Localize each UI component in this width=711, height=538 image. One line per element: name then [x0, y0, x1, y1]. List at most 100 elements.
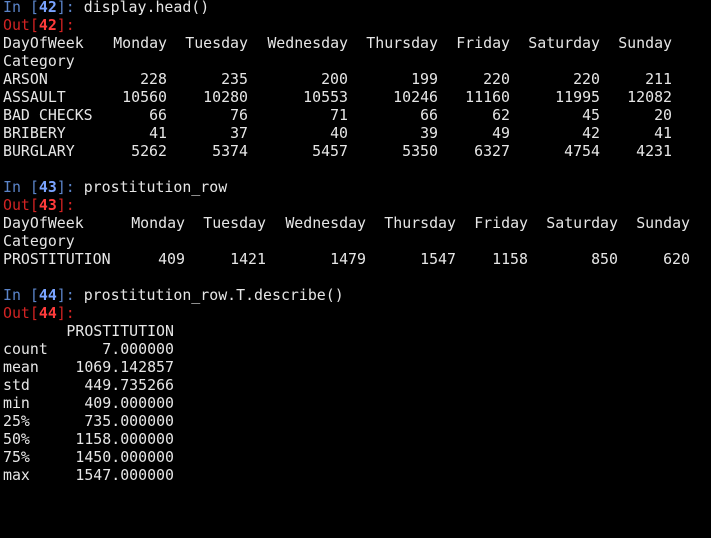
table-cell: 42	[582, 124, 600, 142]
stat-row: 75% 1450.000000	[3, 448, 711, 466]
input-line-42: In [42]: display.head()	[3, 0, 711, 16]
table-cell: 49	[492, 124, 510, 142]
ipython-terminal[interactable]: In [42]: display.head() Out[42]: DayOfWe…	[3, 0, 711, 484]
in-prompt: In [42]:	[3, 0, 75, 16]
stat-row: count 7.000000	[3, 340, 711, 358]
table-cell: 220	[483, 70, 510, 88]
describe-header-row: PROSTITUTION	[3, 322, 711, 340]
column-header: Friday	[474, 214, 528, 232]
code-input[interactable]: prostitution_row	[84, 178, 227, 196]
row-label: ARSON	[3, 70, 48, 88]
column-header: PROSTITUTION	[66, 322, 174, 340]
code-input[interactable]: display.head()	[84, 0, 210, 16]
table-cell: 5262	[131, 142, 167, 160]
stat-value: 409.000000	[84, 394, 174, 412]
table-cell: 5374	[212, 142, 248, 160]
column-header: Wednesday	[285, 214, 366, 232]
table-cell: 39	[420, 124, 438, 142]
table-cell: 20	[654, 106, 672, 124]
table-cell: 1547	[420, 250, 456, 268]
row-label-line: Category	[3, 52, 711, 70]
table-cell: 66	[420, 106, 438, 124]
column-header: Sunday	[618, 34, 672, 52]
stat-row: 25% 735.000000	[3, 412, 711, 430]
stat-label: 50%	[3, 430, 30, 448]
stat-row: mean 1069.142857	[3, 358, 711, 376]
table-cell: 10553	[303, 88, 348, 106]
table-cell: 10246	[393, 88, 438, 106]
out-prompt: Out[42]:	[3, 16, 75, 34]
table-cell: 6327	[474, 142, 510, 160]
table-cell: 11995	[555, 88, 600, 106]
row-label: PROSTITUTION	[3, 250, 111, 268]
column-header: Tuesday	[203, 214, 266, 232]
table-row: BURGLARY 5262 5374 5457 5350 6327 4754 4…	[3, 142, 711, 160]
table-cell: 5350	[402, 142, 438, 160]
column-header: Saturday	[546, 214, 618, 232]
stat-value: 449.735266	[84, 376, 174, 394]
row-label: BAD CHECKS	[3, 106, 93, 124]
column-header: Sunday	[636, 214, 690, 232]
table-cell: 4754	[564, 142, 600, 160]
row-label-line: Category	[3, 232, 711, 250]
output-line-43: Out[43]:	[3, 196, 711, 214]
table-row: BRIBERY 41 37 40 39 49 42 41	[3, 124, 711, 142]
stat-value: 1069.142857	[75, 358, 174, 376]
row-label: BRIBERY	[3, 124, 66, 142]
table-cell: 220	[573, 70, 600, 88]
index-name: DayOfWeek	[3, 34, 84, 52]
table-cell: 12082	[627, 88, 672, 106]
column-header: Monday	[131, 214, 185, 232]
out-prompt: Out[43]:	[3, 196, 75, 214]
table-header-row: DayOfWeek Monday Tuesday Wednesday Thurs…	[3, 214, 711, 232]
column-header: Monday	[113, 34, 167, 52]
table-cell: 409	[158, 250, 185, 268]
input-line-44: In [44]: prostitution_row.T.describe()	[3, 286, 711, 304]
column-header: Thursday	[366, 34, 438, 52]
table-cell: 4231	[636, 142, 672, 160]
row-label: BURGLARY	[3, 142, 75, 160]
table-cell: 228	[140, 70, 167, 88]
table-header-row: DayOfWeek Monday Tuesday Wednesday Thurs…	[3, 34, 711, 52]
table-cell: 850	[591, 250, 618, 268]
stat-row: min 409.000000	[3, 394, 711, 412]
table-row: PROSTITUTION 409 1421 1479 1547 1158 850…	[3, 250, 711, 268]
in-prompt: In [44]:	[3, 286, 75, 304]
table-row: ARSON 228 235 200 199 220 220 211	[3, 70, 711, 88]
table-cell: 211	[645, 70, 672, 88]
stat-value: 1547.000000	[75, 466, 174, 484]
table-cell: 41	[654, 124, 672, 142]
table-row: BAD CHECKS 66 76 71 66 62 45 20	[3, 106, 711, 124]
stat-label: max	[3, 466, 30, 484]
table-cell: 1421	[230, 250, 266, 268]
table-cell: 1158	[492, 250, 528, 268]
stat-value: 1158.000000	[75, 430, 174, 448]
table-cell: 37	[230, 124, 248, 142]
code-input[interactable]: prostitution_row.T.describe()	[84, 286, 344, 304]
table-cell: 66	[149, 106, 167, 124]
stat-value: 7.000000	[102, 340, 174, 358]
row-label: ASSAULT	[3, 88, 66, 106]
table-row: ASSAULT 10560 10280 10553 10246 11160 11…	[3, 88, 711, 106]
stat-label: 25%	[3, 412, 30, 430]
table-cell: 200	[321, 70, 348, 88]
in-prompt: In [43]:	[3, 178, 75, 196]
stat-label: mean	[3, 358, 39, 376]
column-header: Saturday	[528, 34, 600, 52]
table-cell: 71	[330, 106, 348, 124]
stat-row: std 449.735266	[3, 376, 711, 394]
stat-row: 50% 1158.000000	[3, 430, 711, 448]
stat-label: count	[3, 340, 48, 358]
column-header: Tuesday	[185, 34, 248, 52]
table-cell: 41	[149, 124, 167, 142]
table-cell: 76	[230, 106, 248, 124]
stat-label: 75%	[3, 448, 30, 466]
table-cell: 40	[330, 124, 348, 142]
table-cell: 10280	[203, 88, 248, 106]
out-prompt: Out[44]:	[3, 304, 75, 322]
table-cell: 10560	[122, 88, 167, 106]
index-name: DayOfWeek	[3, 214, 84, 232]
row-index-label: Category	[3, 232, 75, 250]
